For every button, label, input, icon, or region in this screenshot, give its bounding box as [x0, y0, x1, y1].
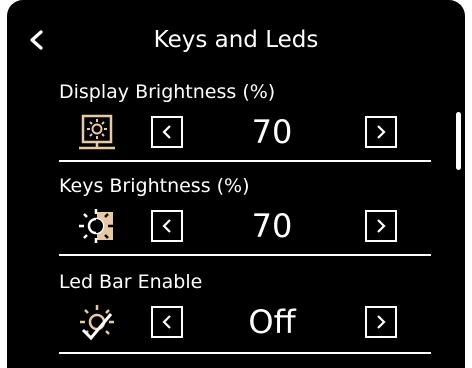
chevron-left-icon — [162, 315, 171, 329]
decrease-button[interactable] — [151, 116, 183, 148]
setting-label: Keys Brightness (%) — [59, 175, 250, 197]
setting-value: Off — [248, 303, 296, 341]
setting-led-bar-enable: Led Bar Enable Off — [59, 270, 431, 356]
setting-display-brightness: Display Brightness (%) 70 — [59, 80, 431, 164]
increase-button[interactable] — [365, 210, 397, 242]
page-title: Keys and Leds — [153, 27, 319, 53]
chevron-left-icon — [162, 125, 171, 139]
increase-button[interactable] — [365, 116, 397, 148]
setting-keys-brightness: Keys Brightness (%) 70 — [59, 174, 431, 258]
divider — [59, 352, 431, 354]
chevron-right-icon — [377, 219, 386, 233]
divider — [59, 160, 431, 162]
scrollbar[interactable] — [456, 112, 461, 170]
setting-value: 70 — [251, 207, 293, 245]
setting-label: Led Bar Enable — [59, 271, 203, 293]
chevron-left-icon — [162, 219, 171, 233]
increase-button[interactable] — [365, 306, 397, 338]
decrease-button[interactable] — [151, 210, 183, 242]
chevron-right-icon — [377, 125, 386, 139]
screen: Keys and Leds Display Brightness (%) 70 — [7, 0, 465, 368]
decrease-button[interactable] — [151, 306, 183, 338]
keys-brightness-icon — [79, 209, 113, 243]
display-brightness-icon — [79, 114, 115, 150]
led-bar-icon — [80, 305, 114, 341]
setting-value: 70 — [251, 113, 293, 151]
chevron-right-icon — [377, 315, 386, 329]
setting-label: Display Brightness (%) — [59, 81, 276, 103]
divider — [59, 254, 431, 256]
